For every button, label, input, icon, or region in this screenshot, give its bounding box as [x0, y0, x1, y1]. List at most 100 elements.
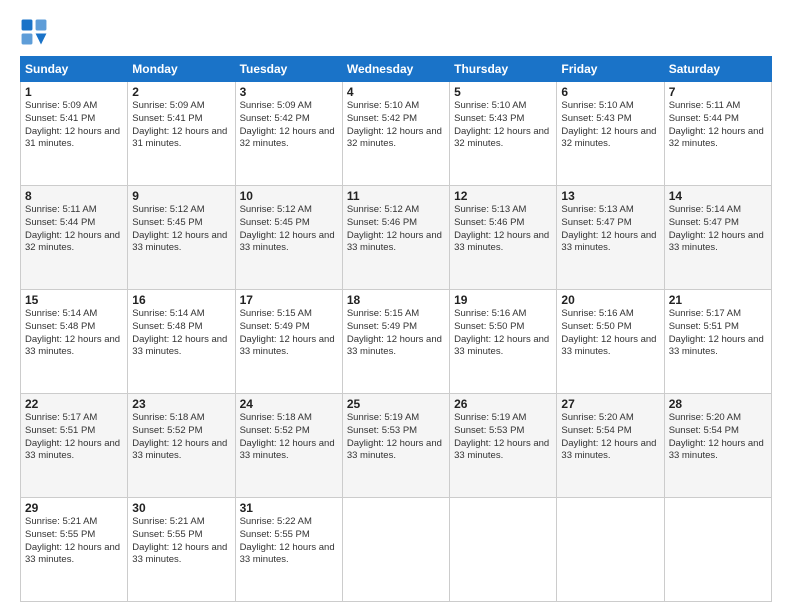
- day-info: Sunrise: 5:13 AMSunset: 5:47 PMDaylight:…: [561, 204, 659, 255]
- day-info: Sunrise: 5:13 AMSunset: 5:46 PMDaylight:…: [454, 204, 552, 255]
- calendar-cell: 31Sunrise: 5:22 AMSunset: 5:55 PMDayligh…: [235, 498, 342, 602]
- calendar-cell: 15Sunrise: 5:14 AMSunset: 5:48 PMDayligh…: [21, 290, 128, 394]
- col-header-wednesday: Wednesday: [342, 57, 449, 82]
- calendar-cell: 5Sunrise: 5:10 AMSunset: 5:43 PMDaylight…: [450, 82, 557, 186]
- day-info: Sunrise: 5:11 AMSunset: 5:44 PMDaylight:…: [669, 100, 767, 151]
- day-number: 9: [132, 189, 230, 203]
- col-header-thursday: Thursday: [450, 57, 557, 82]
- col-header-saturday: Saturday: [664, 57, 771, 82]
- calendar-cell: 11Sunrise: 5:12 AMSunset: 5:46 PMDayligh…: [342, 186, 449, 290]
- day-info: Sunrise: 5:20 AMSunset: 5:54 PMDaylight:…: [669, 412, 767, 463]
- calendar-cell: 2Sunrise: 5:09 AMSunset: 5:41 PMDaylight…: [128, 82, 235, 186]
- day-number: 28: [669, 397, 767, 411]
- header: [20, 18, 772, 46]
- day-info: Sunrise: 5:19 AMSunset: 5:53 PMDaylight:…: [347, 412, 445, 463]
- day-number: 15: [25, 293, 123, 307]
- calendar-cell: 29Sunrise: 5:21 AMSunset: 5:55 PMDayligh…: [21, 498, 128, 602]
- calendar-cell: 19Sunrise: 5:16 AMSunset: 5:50 PMDayligh…: [450, 290, 557, 394]
- col-header-sunday: Sunday: [21, 57, 128, 82]
- col-header-friday: Friday: [557, 57, 664, 82]
- day-info: Sunrise: 5:19 AMSunset: 5:53 PMDaylight:…: [454, 412, 552, 463]
- day-info: Sunrise: 5:09 AMSunset: 5:41 PMDaylight:…: [132, 100, 230, 151]
- day-info: Sunrise: 5:20 AMSunset: 5:54 PMDaylight:…: [561, 412, 659, 463]
- calendar-cell: 9Sunrise: 5:12 AMSunset: 5:45 PMDaylight…: [128, 186, 235, 290]
- day-number: 1: [25, 85, 123, 99]
- page: SundayMondayTuesdayWednesdayThursdayFrid…: [0, 0, 792, 612]
- calendar-cell: 8Sunrise: 5:11 AMSunset: 5:44 PMDaylight…: [21, 186, 128, 290]
- day-number: 8: [25, 189, 123, 203]
- calendar-cell: 17Sunrise: 5:15 AMSunset: 5:49 PMDayligh…: [235, 290, 342, 394]
- logo: [20, 18, 50, 46]
- day-info: Sunrise: 5:15 AMSunset: 5:49 PMDaylight:…: [347, 308, 445, 359]
- day-number: 31: [240, 501, 338, 515]
- calendar-cell: [450, 498, 557, 602]
- calendar-cell: 26Sunrise: 5:19 AMSunset: 5:53 PMDayligh…: [450, 394, 557, 498]
- day-number: 19: [454, 293, 552, 307]
- col-header-tuesday: Tuesday: [235, 57, 342, 82]
- calendar-cell: 1Sunrise: 5:09 AMSunset: 5:41 PMDaylight…: [21, 82, 128, 186]
- day-info: Sunrise: 5:16 AMSunset: 5:50 PMDaylight:…: [454, 308, 552, 359]
- day-number: 23: [132, 397, 230, 411]
- day-info: Sunrise: 5:12 AMSunset: 5:46 PMDaylight:…: [347, 204, 445, 255]
- day-number: 14: [669, 189, 767, 203]
- day-number: 7: [669, 85, 767, 99]
- calendar-table: SundayMondayTuesdayWednesdayThursdayFrid…: [20, 56, 772, 602]
- day-info: Sunrise: 5:16 AMSunset: 5:50 PMDaylight:…: [561, 308, 659, 359]
- calendar-cell: 14Sunrise: 5:14 AMSunset: 5:47 PMDayligh…: [664, 186, 771, 290]
- day-info: Sunrise: 5:22 AMSunset: 5:55 PMDaylight:…: [240, 516, 338, 567]
- logo-icon: [20, 18, 48, 46]
- calendar-cell: [557, 498, 664, 602]
- day-number: 12: [454, 189, 552, 203]
- day-info: Sunrise: 5:10 AMSunset: 5:43 PMDaylight:…: [561, 100, 659, 151]
- calendar-cell: [664, 498, 771, 602]
- calendar-cell: 7Sunrise: 5:11 AMSunset: 5:44 PMDaylight…: [664, 82, 771, 186]
- day-info: Sunrise: 5:09 AMSunset: 5:42 PMDaylight:…: [240, 100, 338, 151]
- day-number: 20: [561, 293, 659, 307]
- day-number: 25: [347, 397, 445, 411]
- day-number: 22: [25, 397, 123, 411]
- calendar-cell: 4Sunrise: 5:10 AMSunset: 5:42 PMDaylight…: [342, 82, 449, 186]
- day-info: Sunrise: 5:18 AMSunset: 5:52 PMDaylight:…: [240, 412, 338, 463]
- day-number: 26: [454, 397, 552, 411]
- day-info: Sunrise: 5:12 AMSunset: 5:45 PMDaylight:…: [240, 204, 338, 255]
- calendar-cell: 12Sunrise: 5:13 AMSunset: 5:46 PMDayligh…: [450, 186, 557, 290]
- day-info: Sunrise: 5:14 AMSunset: 5:47 PMDaylight:…: [669, 204, 767, 255]
- calendar-cell: 10Sunrise: 5:12 AMSunset: 5:45 PMDayligh…: [235, 186, 342, 290]
- day-number: 3: [240, 85, 338, 99]
- day-info: Sunrise: 5:21 AMSunset: 5:55 PMDaylight:…: [132, 516, 230, 567]
- calendar-cell: 3Sunrise: 5:09 AMSunset: 5:42 PMDaylight…: [235, 82, 342, 186]
- col-header-monday: Monday: [128, 57, 235, 82]
- day-number: 2: [132, 85, 230, 99]
- calendar-cell: 24Sunrise: 5:18 AMSunset: 5:52 PMDayligh…: [235, 394, 342, 498]
- calendar-cell: 13Sunrise: 5:13 AMSunset: 5:47 PMDayligh…: [557, 186, 664, 290]
- day-info: Sunrise: 5:14 AMSunset: 5:48 PMDaylight:…: [25, 308, 123, 359]
- day-info: Sunrise: 5:15 AMSunset: 5:49 PMDaylight:…: [240, 308, 338, 359]
- day-number: 5: [454, 85, 552, 99]
- day-info: Sunrise: 5:11 AMSunset: 5:44 PMDaylight:…: [25, 204, 123, 255]
- day-info: Sunrise: 5:21 AMSunset: 5:55 PMDaylight:…: [25, 516, 123, 567]
- calendar-cell: 18Sunrise: 5:15 AMSunset: 5:49 PMDayligh…: [342, 290, 449, 394]
- calendar-cell: 21Sunrise: 5:17 AMSunset: 5:51 PMDayligh…: [664, 290, 771, 394]
- day-number: 21: [669, 293, 767, 307]
- day-number: 10: [240, 189, 338, 203]
- day-number: 18: [347, 293, 445, 307]
- day-number: 27: [561, 397, 659, 411]
- day-info: Sunrise: 5:17 AMSunset: 5:51 PMDaylight:…: [25, 412, 123, 463]
- calendar-cell: 27Sunrise: 5:20 AMSunset: 5:54 PMDayligh…: [557, 394, 664, 498]
- day-number: 6: [561, 85, 659, 99]
- calendar-cell: 20Sunrise: 5:16 AMSunset: 5:50 PMDayligh…: [557, 290, 664, 394]
- calendar-cell: 28Sunrise: 5:20 AMSunset: 5:54 PMDayligh…: [664, 394, 771, 498]
- day-number: 24: [240, 397, 338, 411]
- calendar-cell: [342, 498, 449, 602]
- day-number: 13: [561, 189, 659, 203]
- day-number: 4: [347, 85, 445, 99]
- calendar-cell: 16Sunrise: 5:14 AMSunset: 5:48 PMDayligh…: [128, 290, 235, 394]
- day-info: Sunrise: 5:09 AMSunset: 5:41 PMDaylight:…: [25, 100, 123, 151]
- calendar-cell: 25Sunrise: 5:19 AMSunset: 5:53 PMDayligh…: [342, 394, 449, 498]
- day-number: 16: [132, 293, 230, 307]
- calendar-cell: 23Sunrise: 5:18 AMSunset: 5:52 PMDayligh…: [128, 394, 235, 498]
- day-info: Sunrise: 5:17 AMSunset: 5:51 PMDaylight:…: [669, 308, 767, 359]
- day-number: 17: [240, 293, 338, 307]
- day-number: 11: [347, 189, 445, 203]
- day-info: Sunrise: 5:12 AMSunset: 5:45 PMDaylight:…: [132, 204, 230, 255]
